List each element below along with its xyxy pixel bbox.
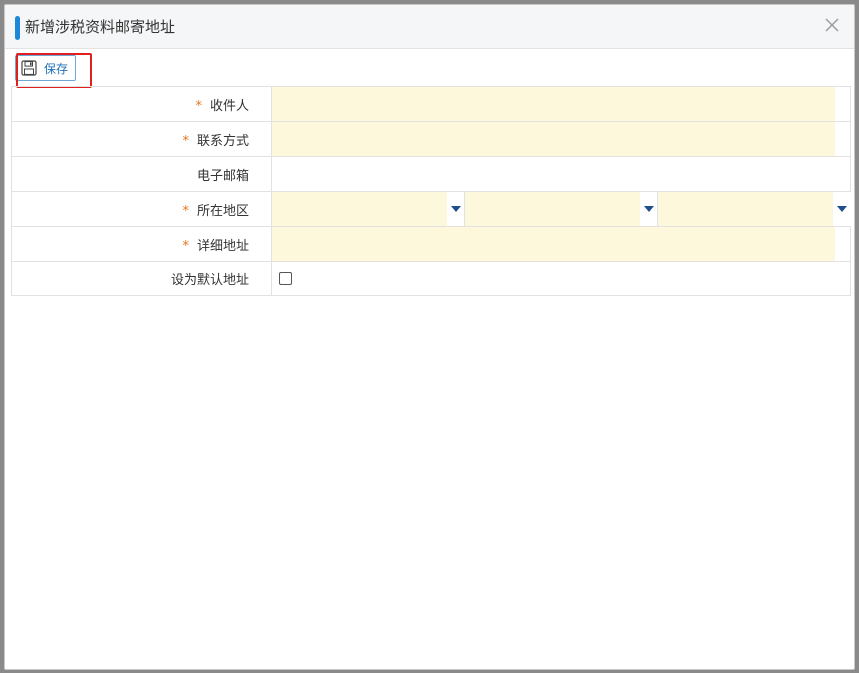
email-label: 电子邮箱 <box>196 168 249 184</box>
required-mark: * <box>182 203 189 219</box>
province-dropdown-arrow[interactable] <box>447 192 465 226</box>
address-label: 详细地址 <box>196 238 249 254</box>
email-input[interactable] <box>272 157 850 191</box>
email-label-cell: 电子邮箱 <box>11 156 272 192</box>
address-label-cell: * 详细地址 <box>11 226 272 262</box>
toolbar: 保存 <box>5 49 854 88</box>
title-accent-bar <box>15 16 20 40</box>
region-input-cell <box>271 191 851 227</box>
required-mark: * <box>195 98 202 114</box>
form-row-recipient: * 收件人 <box>11 86 851 122</box>
required-mark: * <box>182 133 189 149</box>
default-input-cell <box>271 261 851 296</box>
add-mailing-address-dialog: 新增涉税资料邮寄地址 保存 * 收件人 * 联系方式 电子邮箱 * 所在地区 *… <box>4 4 855 670</box>
dialog-header: 新增涉税资料邮寄地址 <box>5 5 854 49</box>
contact-label-cell: * 联系方式 <box>11 121 272 157</box>
form-row-region: * 所在地区 <box>11 191 851 227</box>
city-dropdown-arrow[interactable] <box>640 192 658 226</box>
default-label-cell: 设为默认地址 <box>11 261 272 296</box>
city-select-box[interactable] <box>465 192 640 226</box>
recipient-input[interactable] <box>272 87 835 121</box>
required-mark: * <box>182 238 189 254</box>
contact-input-cell <box>271 121 851 157</box>
contact-input[interactable] <box>272 122 835 156</box>
district-dropdown-arrow[interactable] <box>833 192 851 226</box>
district-select-box[interactable] <box>658 192 833 226</box>
email-input-cell <box>271 156 851 192</box>
default-address-label: 设为默认地址 <box>170 273 249 288</box>
recipient-label-cell: * 收件人 <box>11 86 272 122</box>
form-row-contact: * 联系方式 <box>11 121 851 157</box>
contact-label: 联系方式 <box>196 133 249 149</box>
district-select[interactable] <box>658 192 851 226</box>
province-select[interactable] <box>272 192 465 226</box>
recipient-input-cell <box>271 86 851 122</box>
region-label-cell: * 所在地区 <box>11 191 272 227</box>
highlight-box <box>16 53 92 88</box>
form-row-email: 电子邮箱 <box>11 156 851 192</box>
address-form: * 收件人 * 联系方式 电子邮箱 * 所在地区 * 详细地址 设为默认地址 <box>11 86 851 296</box>
dialog-title: 新增涉税资料邮寄地址 <box>25 18 176 36</box>
close-button[interactable] <box>824 17 840 33</box>
close-icon <box>825 18 839 32</box>
form-row-address: * 详细地址 <box>11 226 851 262</box>
region-label: 所在地区 <box>196 203 249 219</box>
chevron-down-icon <box>450 206 461 212</box>
address-input-cell <box>271 226 851 262</box>
address-input[interactable] <box>272 227 835 261</box>
chevron-down-icon <box>643 206 654 212</box>
recipient-label: 收件人 <box>209 98 249 114</box>
city-select[interactable] <box>465 192 658 226</box>
default-address-checkbox[interactable] <box>279 272 292 285</box>
form-row-default: 设为默认地址 <box>11 261 851 296</box>
province-select-box[interactable] <box>272 192 447 226</box>
chevron-down-icon <box>837 206 847 212</box>
